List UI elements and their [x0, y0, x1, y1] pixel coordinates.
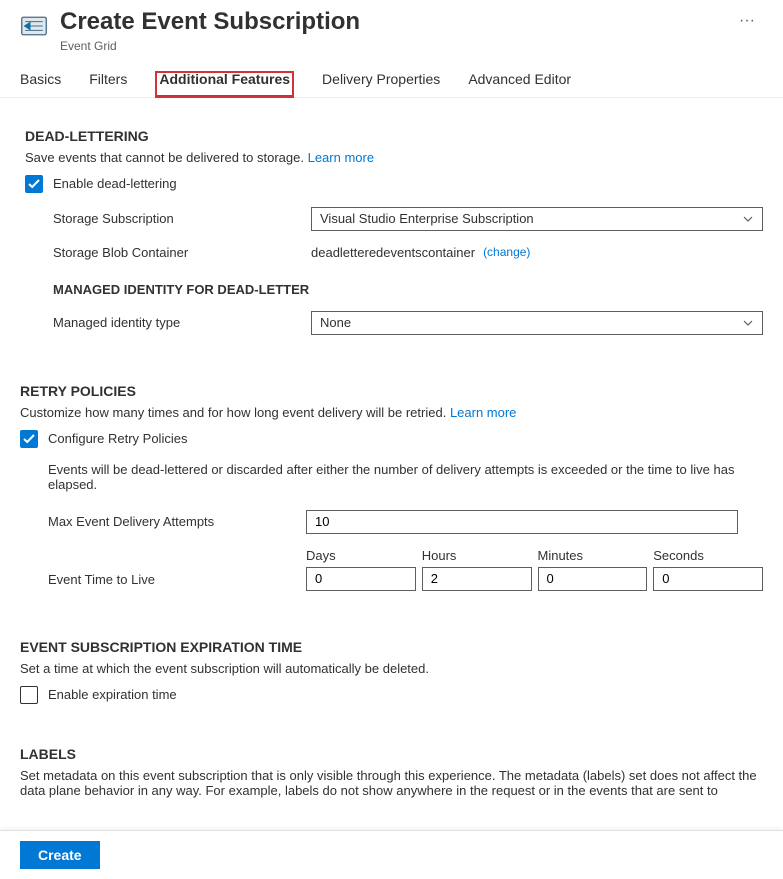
max-attempts-input[interactable]	[306, 510, 738, 534]
labels-title: LABELS	[20, 746, 763, 762]
retry-info-text: Events will be dead-lettered or discarde…	[48, 462, 763, 492]
configure-retry-checkbox[interactable]	[20, 430, 38, 448]
ttl-minutes-input[interactable]	[538, 567, 648, 591]
page-subtitle: Event Grid	[60, 39, 719, 53]
ttl-hours-input[interactable]	[422, 567, 532, 591]
ttl-seconds-input[interactable]	[653, 567, 763, 591]
managed-identity-type-label: Managed identity type	[53, 315, 311, 330]
expiration-title: EVENT SUBSCRIPTION EXPIRATION TIME	[20, 639, 763, 655]
enable-expiration-checkbox[interactable]	[20, 686, 38, 704]
storage-blob-container-label: Storage Blob Container	[53, 245, 311, 260]
retry-learn-more-link[interactable]: Learn more	[450, 405, 516, 420]
section-retry-policies: RETRY POLICIES Customize how many times …	[20, 383, 763, 591]
tab-delivery-properties[interactable]: Delivery Properties	[322, 71, 440, 97]
enable-dead-lettering-checkbox[interactable]	[25, 175, 43, 193]
storage-subscription-select[interactable]: Visual Studio Enterprise Subscription	[311, 207, 763, 231]
storage-blob-container-value: deadletteredeventscontainer	[311, 245, 475, 260]
create-button[interactable]: Create	[20, 841, 100, 869]
section-dead-lettering: DEAD-LETTERING Save events that cannot b…	[25, 128, 763, 335]
retry-desc: Customize how many times and for how lon…	[20, 405, 763, 420]
dead-lettering-title: DEAD-LETTERING	[25, 128, 763, 144]
section-labels: LABELS Set metadata on this event subscr…	[20, 746, 763, 800]
ttl-label: Event Time to Live	[48, 572, 306, 591]
more-actions-icon[interactable]: ···	[731, 8, 763, 34]
configure-retry-label: Configure Retry Policies	[48, 431, 187, 446]
chevron-down-icon	[742, 213, 754, 225]
ttl-days-label: Days	[306, 548, 416, 563]
page-title: Create Event Subscription	[60, 8, 719, 37]
ttl-days-input[interactable]	[306, 567, 416, 591]
storage-blob-change-link[interactable]: (change)	[483, 245, 530, 259]
eventgrid-service-icon	[20, 12, 48, 40]
storage-subscription-label: Storage Subscription	[53, 211, 311, 226]
labels-desc: Set metadata on this event subscription …	[20, 768, 763, 800]
section-expiration: EVENT SUBSCRIPTION EXPIRATION TIME Set a…	[20, 639, 763, 704]
footer-bar: Create	[0, 830, 783, 879]
max-attempts-label: Max Event Delivery Attempts	[48, 514, 306, 529]
retry-title: RETRY POLICIES	[20, 383, 763, 399]
chevron-down-icon	[742, 317, 754, 329]
managed-identity-type-select[interactable]: None	[311, 311, 763, 335]
ttl-seconds-label: Seconds	[653, 548, 763, 563]
enable-expiration-label: Enable expiration time	[48, 687, 177, 702]
tab-basics[interactable]: Basics	[20, 71, 61, 97]
tab-bar: Basics Filters Additional Features Deliv…	[0, 57, 783, 98]
dead-lettering-desc: Save events that cannot be delivered to …	[25, 150, 763, 165]
managed-identity-heading: MANAGED IDENTITY FOR DEAD-LETTER	[53, 282, 763, 297]
ttl-minutes-label: Minutes	[538, 548, 648, 563]
enable-dead-lettering-label: Enable dead-lettering	[53, 176, 177, 191]
tab-additional-features[interactable]: Additional Features	[155, 71, 294, 98]
tab-filters[interactable]: Filters	[89, 71, 127, 97]
tab-advanced-editor[interactable]: Advanced Editor	[468, 71, 571, 97]
ttl-hours-label: Hours	[422, 548, 532, 563]
expiration-desc: Set a time at which the event subscripti…	[20, 661, 763, 676]
dead-lettering-learn-more-link[interactable]: Learn more	[308, 150, 374, 165]
